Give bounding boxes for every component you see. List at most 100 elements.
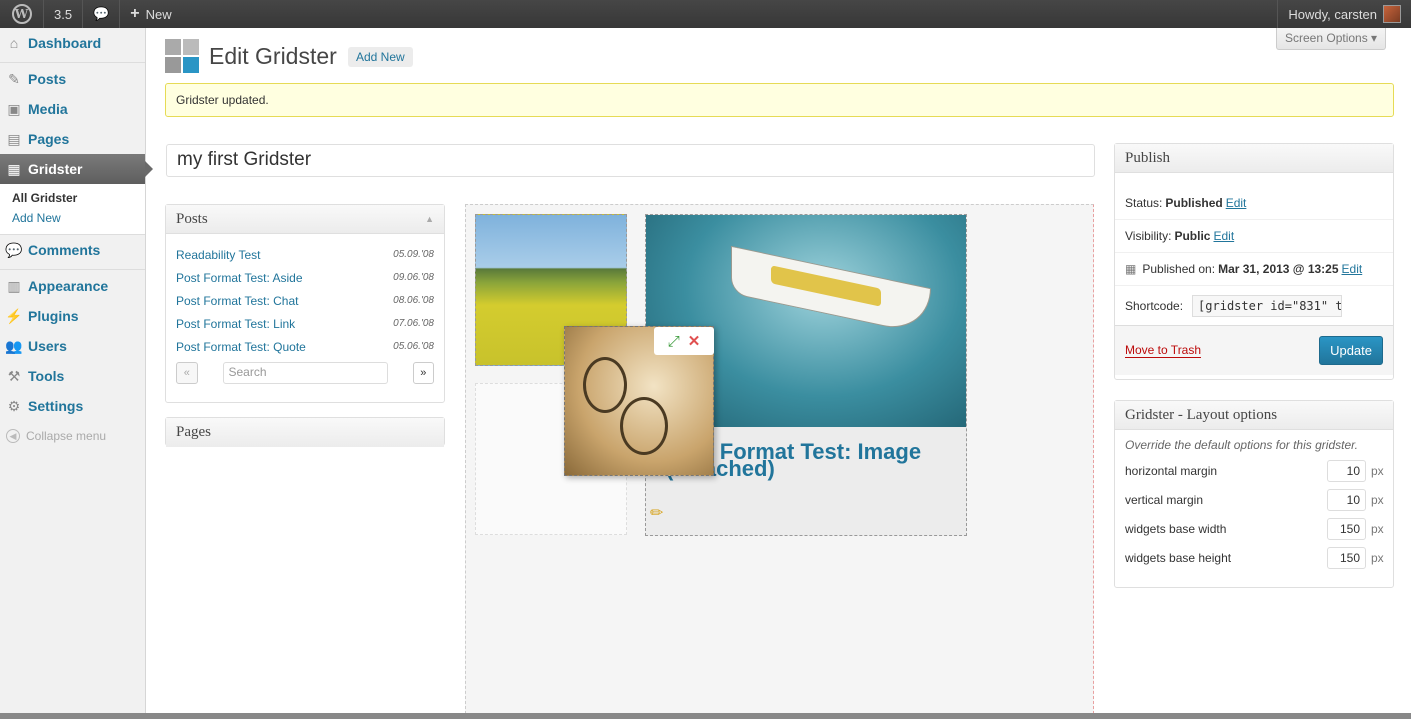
sidebar-item-media[interactable]: ▣ Media [0, 94, 145, 124]
status-edit-link[interactable]: Edit [1226, 196, 1247, 210]
post-link[interactable]: Post Format Test: Quote [176, 340, 306, 354]
plus-icon: + [130, 5, 140, 22]
menu-separator [0, 58, 145, 63]
submenu-all-gridster[interactable]: All Gridster [0, 188, 145, 208]
published-edit-link[interactable]: Edit [1342, 262, 1363, 276]
unit-label: px [1371, 492, 1384, 507]
collapse-arrow-icon: ◀ [6, 429, 20, 443]
post-link[interactable]: Post Format Test: Link [176, 317, 295, 331]
post-date: 07.06.'08 [393, 318, 434, 329]
sidebar-item-users[interactable]: 👥 Users [0, 331, 145, 361]
prev-page-button[interactable]: « [176, 362, 198, 384]
add-new-button[interactable]: Add New [348, 47, 413, 67]
list-item[interactable]: Post Format Test: Link 07.06.'08 [166, 312, 444, 335]
collapse-menu-button[interactable]: ◀ Collapse menu [0, 421, 145, 451]
pages-metabox: Pages [165, 417, 445, 447]
post-link[interactable]: Readability Test [176, 248, 261, 262]
post-date: 05.06.'08 [393, 341, 434, 352]
posts-pager: « Search » [166, 362, 444, 384]
posts-list: Readability Test 05.09.'08 Post Format Te… [166, 234, 444, 358]
layout-options-title: Gridster - Layout options [1125, 407, 1278, 423]
horizontal-margin-input[interactable] [1327, 459, 1366, 482]
publish-metabox: Publish Status: Published Edit Visibility:… [1114, 143, 1394, 380]
status-label: Status: [1125, 195, 1163, 210]
speech-bubble-icon: 💬 [93, 6, 110, 21]
visibility-value: Public [1174, 229, 1211, 243]
horizontal-margin-row: horizontal margin px [1115, 456, 1393, 485]
visibility-edit-link[interactable]: Edit [1213, 229, 1234, 243]
sidebar-item-dashboard[interactable]: ⌂ Dashboard [0, 28, 145, 58]
sidebar-item-comments[interactable]: 💬 Comments [0, 235, 145, 265]
vertical-margin-input[interactable] [1327, 488, 1366, 511]
expand-icon[interactable]: ⤢ [668, 333, 680, 350]
wordpress-icon: W [11, 4, 32, 24]
shortcode-field[interactable]: [gridster id="831" t [1192, 294, 1343, 317]
sidebar-item-pages[interactable]: ▤ Pages [0, 124, 145, 154]
published-label: Published on: [1142, 262, 1216, 276]
new-content-button[interactable]: + New [120, 0, 181, 28]
gridster-canvas[interactable]: Post Format Test: Image (Attached) ✏ ⤢ ✕ [465, 204, 1094, 714]
layout-options-header[interactable]: Gridster - Layout options [1115, 401, 1393, 430]
base-height-input[interactable] [1327, 546, 1366, 569]
post-title-input[interactable]: my first Gridster [166, 144, 1095, 177]
list-item[interactable]: Post Format Test: Aside 09.06.'08 [166, 266, 444, 289]
post-link[interactable]: Post Format Test: Chat [176, 294, 299, 308]
option-label: horizontal margin [1125, 463, 1218, 478]
updates-button[interactable]: 3.5 [44, 0, 84, 28]
plug-icon: ⚡ [5, 307, 23, 324]
sidebar-item-plugins[interactable]: ⚡ Plugins [0, 301, 145, 331]
wordpress-logo-button[interactable]: W [0, 0, 44, 28]
base-width-input[interactable] [1327, 517, 1366, 540]
sidebar-item-tools[interactable]: ⚒ Tools [0, 361, 145, 391]
update-button[interactable]: Update [1319, 336, 1383, 365]
collapse-triangle-icon[interactable]: ▲ [425, 211, 434, 227]
publish-actions: Move to Trash Update [1115, 325, 1393, 375]
published-row: ▦ Published on: Mar 31, 2013 @ 13:25 Edit [1115, 252, 1393, 285]
unit-label: px [1371, 463, 1384, 478]
users-icon: 👥 [5, 337, 23, 354]
sidebar-item-label: Settings [28, 398, 84, 414]
shortcode-row: Shortcode: [gridster id="831" t [1115, 285, 1393, 325]
list-item[interactable]: Readability Test 05.09.'08 [166, 243, 444, 266]
sidebar-item-posts[interactable]: ✎ Posts [0, 64, 145, 94]
howdy-text: Howdy, carsten [1288, 6, 1377, 22]
unit-label: px [1371, 550, 1384, 565]
sidebar-item-gridster[interactable]: ▦ Gridster [0, 154, 153, 184]
posts-search-input[interactable]: Search [222, 362, 388, 384]
admin-bar: W 3.5 💬 + New Howdy, carsten [0, 0, 1411, 28]
close-icon[interactable]: ✕ [688, 332, 701, 350]
sidebar-item-label: Posts [28, 71, 67, 87]
option-label: widgets base width [1125, 521, 1227, 536]
new-label: New [145, 6, 172, 22]
list-item[interactable]: Post Format Test: Chat 08.06.'08 [166, 289, 444, 312]
tools-icon: ⚒ [7, 367, 21, 384]
sidebar-item-settings[interactable]: ⚙ Settings [0, 391, 145, 421]
sidebar-item-label: Users [28, 338, 67, 354]
screen-options-button[interactable]: Screen Options ▾ [1276, 28, 1387, 50]
move-to-trash-link[interactable]: Move to Trash [1125, 343, 1202, 358]
widget-controls: ⤢ ✕ [654, 327, 714, 355]
status-value: Published [1165, 195, 1223, 210]
next-page-button[interactable]: » [412, 362, 434, 384]
base-width-row: widgets base width px [1115, 514, 1393, 543]
account-menu[interactable]: Howdy, carsten [1277, 0, 1411, 28]
pencil-icon[interactable]: ✏ [650, 503, 663, 523]
media-icon: ▣ [7, 100, 21, 117]
pages-metabox-header[interactable]: Pages [166, 418, 444, 447]
sidebar-item-label: Dashboard [28, 35, 102, 51]
post-link[interactable]: Post Format Test: Aside [176, 271, 303, 285]
grid-icon: ▦ [7, 160, 21, 177]
submenu-add-new[interactable]: Add New [0, 208, 145, 228]
published-value: Mar 31, 2013 @ 13:25 [1218, 262, 1339, 276]
list-item[interactable]: Post Format Test: Quote 05.06.'08 [166, 335, 444, 358]
unit-label: px [1371, 521, 1384, 536]
publish-metabox-title: Publish [1125, 150, 1171, 166]
publish-metabox-header[interactable]: Publish [1115, 144, 1393, 173]
posts-metabox-header[interactable]: Posts ▲ [166, 205, 444, 234]
calendar-icon: ▦ [1125, 262, 1137, 276]
post-date: 05.09.'08 [393, 249, 434, 260]
window-bottom-edge [0, 713, 1411, 719]
sidebar-item-appearance[interactable]: ▥ Appearance [0, 271, 145, 301]
comments-button[interactable]: 💬 [83, 0, 121, 28]
admin-sidebar: ⌂ Dashboard ✎ Posts ▣ Media ▤ Pages ▦ Gridste… [0, 28, 153, 713]
